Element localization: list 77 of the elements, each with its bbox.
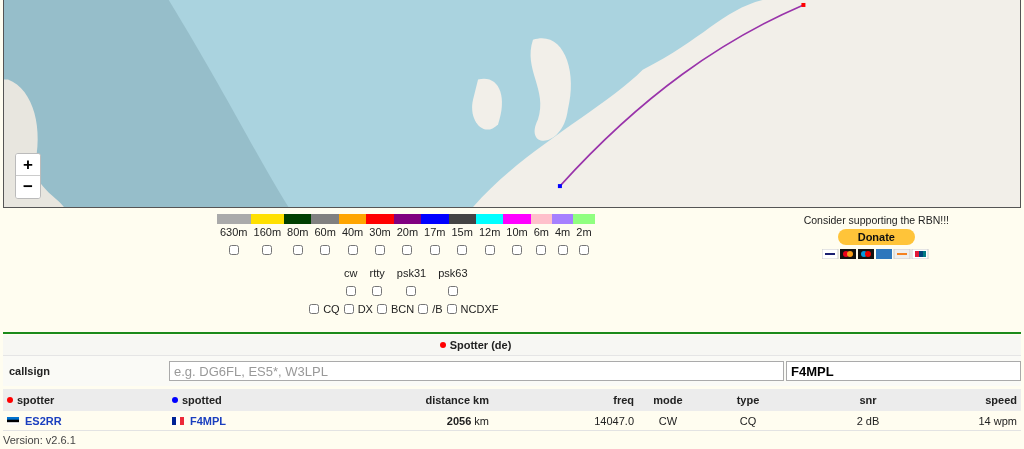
- payment-cards-icon: [822, 249, 931, 259]
- version-text: Version: v2.6.1: [2, 433, 77, 448]
- spotted-marker: [557, 184, 562, 189]
- band-checkbox[interactable]: [484, 245, 495, 255]
- column-header[interactable]: mode: [653, 394, 683, 406]
- mode-label: cw: [343, 266, 359, 279]
- field-label: callsign: [8, 365, 51, 377]
- mode-label: psk31: [395, 266, 428, 279]
- type-label: /B: [432, 303, 443, 315]
- mode-label: psk63: [437, 266, 469, 279]
- callsign-link[interactable]: F4MPL: [190, 414, 227, 427]
- band-checkbox[interactable]: [262, 245, 273, 255]
- band-label: 2m: [575, 225, 593, 238]
- band-checkbox[interactable]: [557, 245, 568, 255]
- band-label: 10m: [505, 225, 529, 238]
- type-checkbox[interactable]: [418, 304, 429, 314]
- mode-checkbox[interactable]: [406, 286, 417, 296]
- type-label: DX: [357, 303, 373, 315]
- table-cell: 14047.0: [594, 414, 634, 427]
- band-checkbox[interactable]: [320, 245, 331, 255]
- band-checkbox[interactable]: [536, 245, 547, 255]
- band-label: 630m: [219, 225, 249, 238]
- type-checkbox[interactable]: [309, 304, 320, 314]
- panel-title-text: Spotter (de): [449, 339, 512, 351]
- type-label: CQ: [323, 303, 340, 315]
- map[interactable]: + −: [3, 0, 1021, 208]
- band-checkbox[interactable]: [457, 245, 468, 255]
- band-label: 60m: [313, 225, 337, 238]
- callsign-link[interactable]: ES2RR: [25, 414, 62, 427]
- band-label: 17m: [423, 225, 447, 238]
- mode-label: rtty: [368, 266, 386, 279]
- mode-checkbox[interactable]: [345, 286, 356, 296]
- mode-checkbox[interactable]: [372, 286, 383, 296]
- callsign-filter-field[interactable]: F4MPL: [786, 361, 1021, 381]
- table-cell: 2056 km: [446, 414, 489, 427]
- band-checkbox[interactable]: [402, 245, 413, 255]
- band-label: 15m: [450, 225, 474, 238]
- callsign-search-field[interactable]: e.g. DG6FL, ES5*, W3LPL: [169, 361, 784, 381]
- zoom-in-button[interactable]: +: [16, 154, 40, 176]
- column-header[interactable]: spotted: [182, 394, 222, 406]
- table-cell: CQ: [739, 414, 757, 427]
- support-text: Consider supporting the RBN!!!: [803, 214, 949, 226]
- table-cell: 14 wpm: [978, 414, 1017, 427]
- band-label: 160m: [252, 225, 283, 238]
- dot-icon: [439, 342, 446, 348]
- band-label: 20m: [395, 225, 420, 238]
- band-checkbox[interactable]: [228, 245, 239, 255]
- type-checkbox[interactable]: [376, 304, 387, 314]
- band-checkbox[interactable]: [347, 245, 358, 255]
- flag-icon: [172, 416, 184, 425]
- band-label: 12m: [477, 225, 502, 238]
- table-cell: 2 dB: [856, 414, 880, 427]
- band-checkbox[interactable]: [578, 245, 589, 255]
- mode-checkbox[interactable]: [447, 286, 458, 296]
- band-checkbox[interactable]: [429, 245, 440, 255]
- type-checkbox[interactable]: [343, 304, 354, 314]
- column-header[interactable]: snr: [859, 394, 877, 406]
- band-label: 80m: [286, 225, 310, 238]
- type-label: BCN: [390, 303, 415, 315]
- donate-button[interactable]: Donate: [837, 229, 915, 245]
- type-label: NCDXF: [460, 303, 499, 315]
- column-header[interactable]: type: [736, 394, 760, 406]
- spotter-marker: [801, 3, 806, 7]
- flag-icon: [7, 416, 19, 425]
- band-label: 30m: [368, 225, 392, 238]
- band-checkbox[interactable]: [512, 245, 522, 255]
- band-checkbox[interactable]: [292, 245, 303, 255]
- band-checkbox[interactable]: [375, 245, 385, 255]
- column-header[interactable]: spotter: [17, 394, 55, 406]
- column-header[interactable]: distance km: [425, 394, 489, 406]
- column-header[interactable]: freq: [613, 394, 634, 406]
- band-label: 40m: [340, 225, 365, 238]
- type-checkbox[interactable]: [446, 304, 457, 314]
- band-label: 6m: [532, 225, 550, 238]
- table-cell: CW: [658, 414, 678, 427]
- column-header[interactable]: speed: [985, 394, 1017, 406]
- band-label: 4m: [554, 225, 572, 238]
